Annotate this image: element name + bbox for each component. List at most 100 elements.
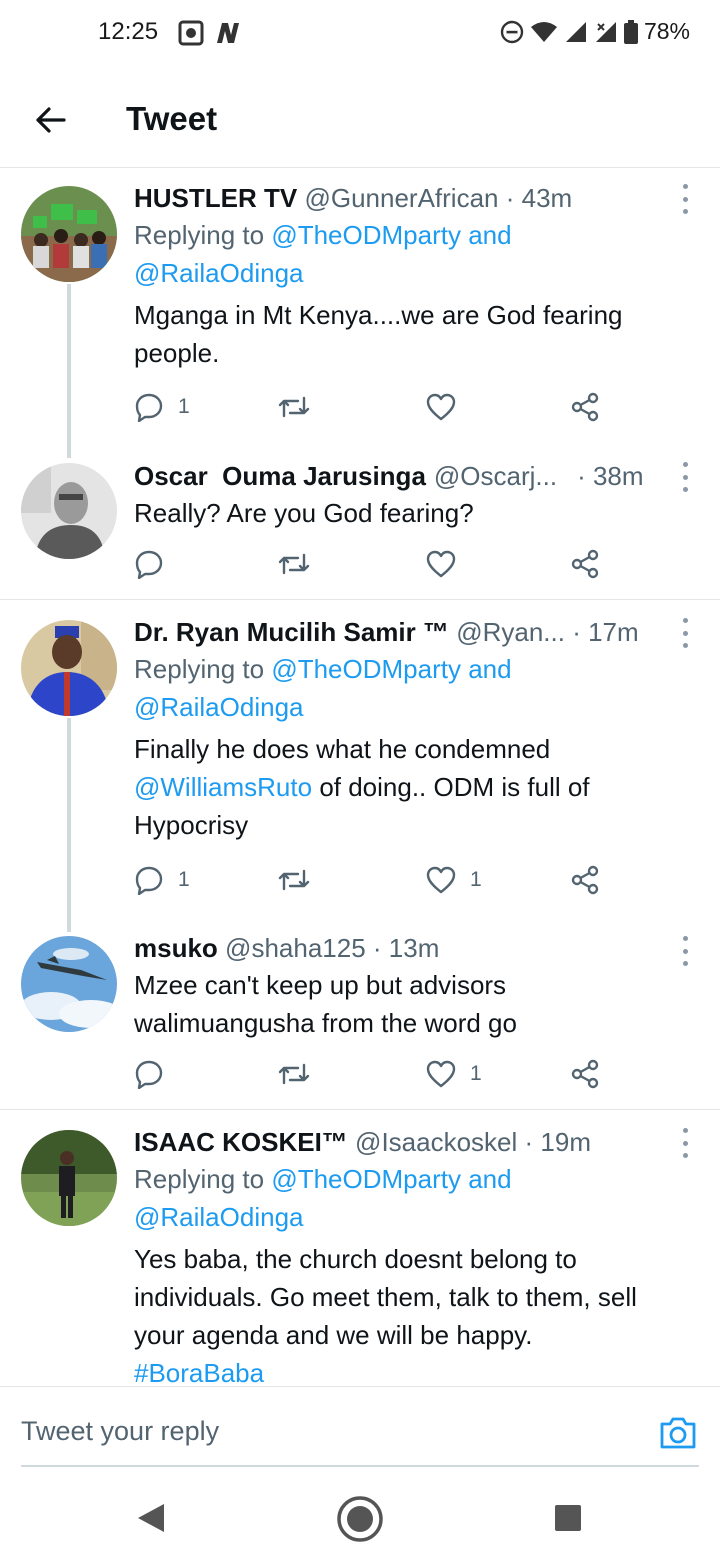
- retweet-button[interactable]: [278, 1056, 324, 1092]
- heart-icon: [426, 550, 456, 578]
- more-dot: [682, 196, 688, 202]
- screenshot-notification-icon: [178, 20, 204, 46]
- share-button[interactable]: [570, 389, 600, 425]
- more-options-button[interactable]: [678, 936, 692, 966]
- more-dot: [682, 1153, 688, 1158]
- retweet-icon: [278, 553, 310, 575]
- tweet-text: Really? Are you God fearing?: [134, 498, 474, 528]
- nav-home-button[interactable]: [335, 1494, 385, 1549]
- user-handle[interactable]: @Ryan...: [456, 617, 565, 647]
- tweet-text: Yes baba, the church doesnt belong to in…: [134, 1240, 660, 1386]
- reply-button[interactable]: 1: [134, 389, 190, 425]
- avatar[interactable]: [21, 620, 117, 716]
- share-button[interactable]: [570, 1056, 600, 1092]
- replying-and-link[interactable]: and: [468, 220, 511, 250]
- battery-icon: [623, 19, 638, 44]
- tweet-text-part: Finally he does what he condemned: [134, 734, 551, 764]
- nav-back-button[interactable]: [136, 1502, 166, 1539]
- heart-icon: [426, 393, 456, 421]
- display-name[interactable]: Dr. Ryan Mucilih Samir ™: [134, 617, 449, 647]
- reply-input[interactable]: [21, 1409, 581, 1453]
- more-dot: [682, 948, 688, 954]
- replying-and-link[interactable]: and: [468, 1164, 511, 1194]
- like-button[interactable]: 1: [426, 1056, 482, 1092]
- more-dot: [682, 936, 688, 941]
- system-status: 78%: [500, 18, 690, 45]
- retweet-icon: [278, 1063, 310, 1085]
- more-dot: [682, 630, 688, 636]
- mention-link[interactable]: @RailaOdinga: [134, 1202, 303, 1232]
- display-name[interactable]: ISAAC KOSKEI™: [134, 1127, 348, 1157]
- tweet-header: ISAAC KOSKEI™ @Isaackoskel · 19m: [134, 1124, 660, 1160]
- share-icon: [571, 549, 599, 579]
- avatar[interactable]: [21, 1130, 117, 1226]
- tweet-actions: 1: [134, 389, 614, 425]
- do-not-disturb-icon: [500, 20, 524, 43]
- more-dot: [682, 209, 688, 214]
- nav-recents-button[interactable]: [554, 1504, 582, 1537]
- user-handle[interactable]: @GunnerAfrican: [304, 183, 498, 213]
- more-options-button[interactable]: [678, 184, 692, 214]
- tweet-actions: [134, 546, 614, 582]
- page-title: Tweet: [126, 100, 218, 137]
- display-name[interactable]: HUSTLER TV: [134, 183, 297, 213]
- avatar[interactable]: [21, 186, 117, 282]
- share-icon: [571, 392, 599, 422]
- more-dot: [682, 474, 688, 480]
- retweet-button[interactable]: [278, 546, 324, 582]
- like-button[interactable]: [426, 546, 470, 582]
- avatar[interactable]: [21, 463, 117, 559]
- like-button[interactable]: 1: [426, 862, 482, 898]
- mention-link[interactable]: @WilliamsRuto: [134, 772, 312, 802]
- mention-link[interactable]: @TheODMparty: [271, 220, 461, 250]
- mention-link[interactable]: @RailaOdinga: [134, 258, 303, 288]
- reply-button[interactable]: [134, 546, 178, 582]
- replying-to: Replying to @TheODMparty and @RailaOding…: [134, 1160, 660, 1236]
- more-options-button[interactable]: [678, 618, 692, 648]
- hashtag-link[interactable]: #BoraBaba: [134, 1358, 264, 1386]
- back-button[interactable]: [28, 98, 72, 142]
- more-options-button[interactable]: [678, 462, 692, 492]
- status-time: 12:25: [98, 18, 159, 45]
- tweet-content: Dr. Ryan Mucilih Samir ™ @Ryan... · 17m …: [134, 614, 660, 844]
- display-name[interactable]: Oscar Ouma Jarusinga: [134, 458, 426, 494]
- user-handle[interactable]: @Isaackoskel: [355, 1127, 517, 1157]
- tweet-header: Oscar Ouma Jarusinga @Oscarj... · 38m: [134, 458, 660, 494]
- share-button[interactable]: [570, 862, 600, 898]
- avatar[interactable]: [21, 936, 117, 1032]
- tweet-text: Mganga in Mt Kenya....we are God fearing…: [134, 300, 623, 368]
- display-name[interactable]: msuko: [134, 933, 218, 963]
- more-dot: [682, 184, 688, 189]
- thread-divider: [0, 599, 720, 600]
- tweet-actions: 1: [134, 1056, 614, 1092]
- status-bar: 12:25 78%: [0, 0, 720, 68]
- signal-icon: [565, 21, 586, 42]
- more-options-button[interactable]: [678, 1128, 692, 1158]
- reply-button[interactable]: [134, 1056, 178, 1092]
- reply-icon: [135, 866, 163, 895]
- tweet-timestamp: · 43m: [505, 183, 573, 213]
- like-button[interactable]: [426, 389, 470, 425]
- retweet-button[interactable]: [278, 389, 324, 425]
- share-button[interactable]: [570, 546, 600, 582]
- more-dot: [682, 961, 688, 966]
- like-count: 1: [470, 868, 482, 891]
- arrow-left-icon: [36, 107, 66, 133]
- user-handle[interactable]: @shaha125: [225, 933, 366, 963]
- camera-button[interactable]: [658, 1415, 698, 1451]
- reply-feed[interactable]: HUSTLER TV @GunnerAfrican · 43m Replying…: [0, 168, 720, 1386]
- more-dot: [682, 618, 688, 623]
- heart-icon: [426, 1060, 456, 1088]
- reply-composer: [0, 1386, 720, 1482]
- mention-link[interactable]: @TheODMparty: [271, 1164, 461, 1194]
- replying-and-link[interactable]: and: [468, 654, 511, 684]
- signal-no-service-icon: [595, 21, 616, 42]
- mention-link[interactable]: @TheODMparty: [271, 654, 461, 684]
- tweet-content: msuko @shaha125 · 13m Mzee can't keep up…: [134, 930, 660, 1042]
- mention-link[interactable]: @RailaOdinga: [134, 692, 303, 722]
- retweet-button[interactable]: [278, 862, 324, 898]
- user-handle[interactable]: @Oscarj...: [434, 458, 557, 494]
- replying-to: Replying to @TheODMparty and @RailaOding…: [134, 216, 660, 292]
- tweet-timestamp: · 17m: [572, 617, 639, 647]
- reply-button[interactable]: 1: [134, 862, 190, 898]
